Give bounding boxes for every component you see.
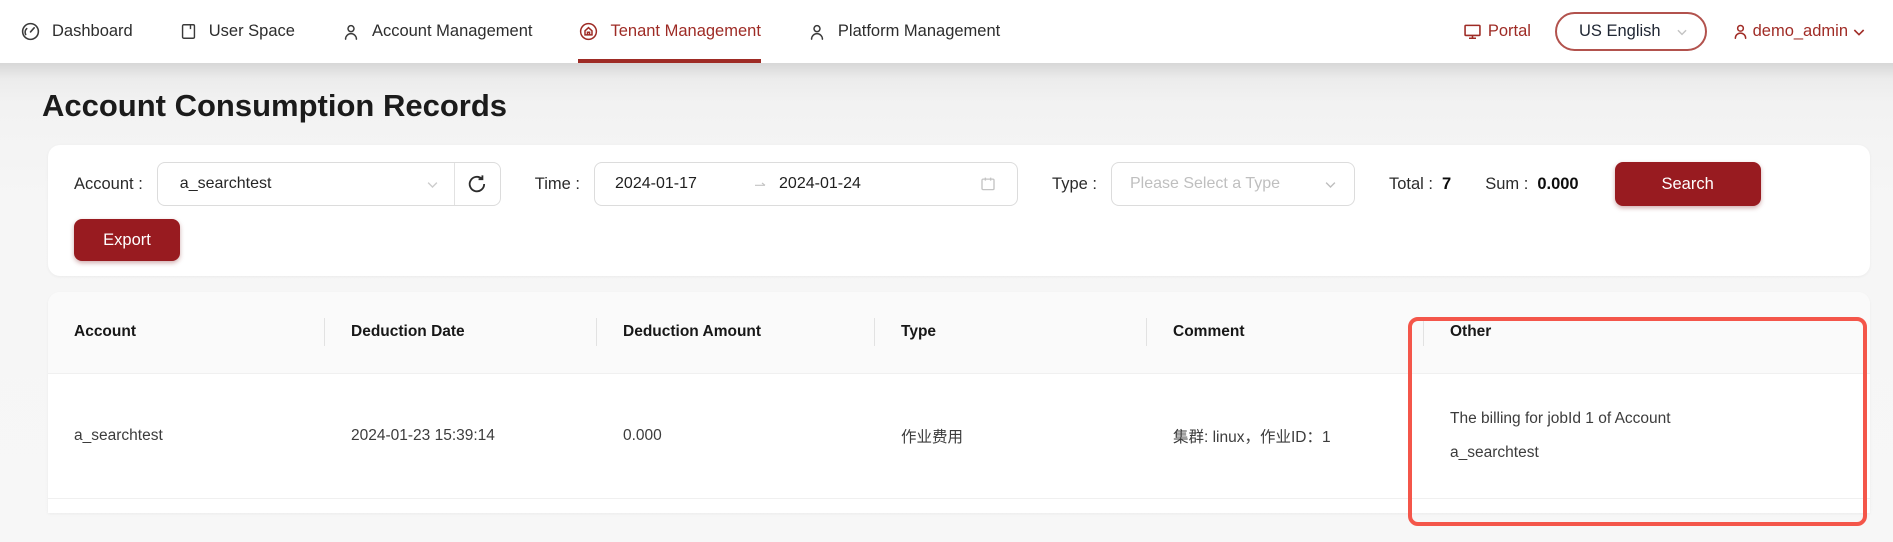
nav-item-platform-management[interactable]: Platform Management (807, 0, 1000, 63)
notebook-icon (179, 22, 198, 41)
sum-value: 0.000 (1537, 174, 1579, 193)
nav-items: Dashboard User Space Account Management (20, 0, 1000, 63)
arrow-right-icon (753, 176, 769, 192)
user-menu[interactable]: demo_admin (1731, 22, 1867, 41)
date-end[interactable]: 2024-01-24 (779, 175, 969, 193)
cell-account: a_searchtest (48, 372, 325, 499)
export-button[interactable]: Export (74, 219, 180, 261)
records-table: Account Deduction Date Deduction Amount … (48, 292, 1870, 499)
account-filter: Account : a_searchtest (74, 162, 501, 206)
language-value: US English (1578, 22, 1661, 40)
type-label: Type : (1052, 174, 1097, 193)
nav-item-dashboard[interactable]: Dashboard (20, 0, 133, 63)
account-select-value: a_searchtest (179, 175, 272, 192)
filter-toolbar: Account : a_searchtest Time: 2024-01-17… (48, 145, 1870, 276)
page-content: Account Consumption Records Account : a_… (0, 63, 1893, 542)
chevron-down-icon (425, 177, 440, 192)
table-header-row: Account Deduction Date Deduction Amount … (48, 292, 1870, 373)
cell-deduction-date: 2024-01-23 15:39:14 (325, 372, 597, 499)
total-stat: Total : 7 (1389, 175, 1451, 194)
user-icon (807, 22, 827, 42)
chevron-down-icon (1323, 177, 1338, 192)
records-table-card: Account Deduction Date Deduction Amount … (48, 292, 1870, 513)
cell-deduction-amount: 0.000 (597, 372, 875, 499)
user-icon (341, 22, 361, 42)
chevron-down-icon (1851, 24, 1867, 40)
portal-label: Portal (1487, 22, 1531, 40)
dashboard-icon (20, 21, 41, 42)
total-value: 7 (1442, 174, 1452, 193)
other-text: The billing for jobId 1 of Account a_sea… (1450, 409, 1671, 461)
filter-row: Account : a_searchtest Time: 2024-01-17… (74, 162, 1844, 206)
language-selector[interactable]: US English (1554, 12, 1707, 51)
nav-item-label: Tenant Management (610, 22, 761, 40)
sum-label: Sum : (1485, 174, 1529, 193)
tenant-icon (578, 21, 599, 42)
nav-item-label: Platform Management (837, 22, 1001, 40)
table-row[interactable]: a_searchtest 2024-01-23 15:39:14 0.000 作… (48, 372, 1870, 499)
nav-item-label: User Space (208, 22, 295, 40)
account-select-group: a_searchtest (156, 162, 501, 206)
column-header-deduction-amount: Deduction Amount (597, 292, 875, 373)
page-title: Account Consumption Records (42, 88, 508, 123)
date-range-picker[interactable]: 2024-01-17 2024-01-24 (594, 162, 1019, 206)
date-start[interactable]: 2024-01-17 (615, 175, 743, 193)
time-label: Time : (534, 174, 581, 193)
time-filter: Time : 2024-01-17 2024-01-24 (534, 162, 1019, 206)
column-header-account: Account (48, 292, 325, 373)
cell-comment: 集群: linux，作业ID：1 (1147, 372, 1424, 499)
portal-link[interactable]: Portal (1462, 21, 1531, 42)
refresh-button[interactable] (453, 163, 500, 205)
nav-item-label: Account Management (371, 22, 533, 40)
calendar-icon (979, 175, 997, 193)
chevron-down-icon (1675, 25, 1689, 39)
username: demo_admin (1752, 22, 1848, 40)
column-header-comment: Comment (1147, 292, 1424, 373)
nav-item-tenant-management[interactable]: Tenant Management (578, 0, 761, 63)
account-select[interactable]: a_searchtest (158, 163, 454, 205)
column-header-other: Other (1450, 323, 1492, 341)
cell-other: The billing for jobId 1 of Account a_sea… (1424, 372, 1870, 499)
account-label: Account : (74, 174, 143, 193)
sum-stat: Sum : 0.000 (1485, 175, 1578, 194)
monitor-icon (1462, 21, 1483, 42)
nav-item-account-management[interactable]: Account Management (341, 0, 533, 63)
nav-right: Portal US English demo_admin (1462, 0, 1867, 63)
type-select[interactable]: Please Select a Type (1110, 162, 1355, 206)
search-button[interactable]: Search (1614, 162, 1761, 206)
nav-item-label: Dashboard (52, 22, 133, 40)
cell-type: 作业费用 (875, 372, 1147, 499)
type-filter: Type : Please Select a Type (1052, 162, 1355, 206)
nav-item-user-space[interactable]: User Space (179, 0, 295, 63)
top-navbar: Dashboard User Space Account Management (0, 0, 1893, 63)
column-header-type: Type (875, 292, 1147, 373)
total-label: Total : (1388, 174, 1434, 193)
refresh-icon (466, 173, 488, 195)
column-header-deduction-date: Deduction Date (325, 292, 597, 373)
user-icon (1731, 22, 1750, 41)
type-placeholder: Please Select a Type (1129, 175, 1281, 192)
